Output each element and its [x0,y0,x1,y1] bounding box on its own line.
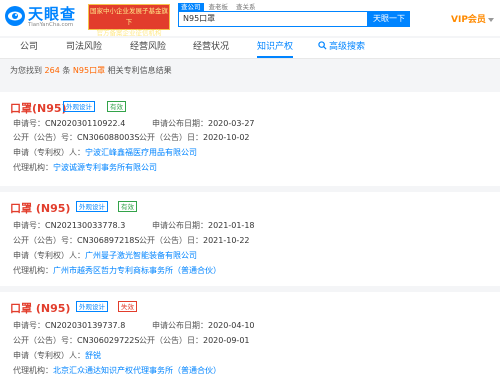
app-no-label: 申请号： [13,119,45,128]
applicant-label: 申请（专利权）人： [13,148,85,157]
applicant-row: 申请（专利权）人：舒锐 [13,350,101,361]
patent-type-badge: 外观设计 [76,301,108,312]
pub-date-label: 申请公布日期： [152,321,208,330]
pub-no-row: 公开（公告）号：CN306088003S [13,132,139,143]
certification-banner[interactable]: 国家中小企业发展子基金旗下 官方备案企业征信机构 [88,4,170,37]
summary-unit: 条 [62,66,71,75]
agency-label: 代理机构： [13,366,53,375]
chevron-down-icon [487,17,494,22]
grant-date-value: 2021-10-22 [203,236,250,245]
search-input[interactable]: N95口罩 [178,11,368,27]
patent-status-badge: 有效 [118,201,137,212]
patent-result-card: 口罩 (N95) 外观设计 失效 申请号：CN202030139737.8 申请… [0,292,500,378]
tab-business-status[interactable]: 经营状况 [193,38,229,58]
tab-company[interactable]: 公司 [20,38,38,58]
pub-no-label: 公开（公告）号： [13,336,77,345]
pub-no-value: CN306029722S [77,336,140,345]
app-no-value: CN202030110922.4 [45,119,126,128]
agency-row: 代理机构：宁波诚源专利事务所有限公司 [13,162,157,173]
grant-date-row: 公开（公告）日：2020-09-01 [139,335,250,346]
app-no-label: 申请号： [13,321,45,330]
patent-title-link[interactable]: 口罩(N95) [10,100,67,116]
applicant-link[interactable]: 宁波汇峰鑫福医疗用品有限公司 [85,148,197,157]
search-icon [318,41,327,50]
site-logo[interactable]: 天眼查 TianYanCha.com [4,2,88,32]
agency-link[interactable]: 宁波诚源专利事务所有限公司 [53,163,157,172]
applicant-link[interactable]: 广州曼子激光智能装备有限公司 [85,251,197,260]
top-header: 天眼查 TianYanCha.com 国家中小企业发展子基金旗下 官方备案企业征… [0,0,500,37]
grant-date-value: 2020-09-01 [203,336,250,345]
eye-logo-icon [5,6,25,26]
app-no-row: 申请号：CN202130033778.3 [13,220,125,231]
pub-no-label: 公开（公告）号： [13,133,77,142]
vip-member-menu[interactable]: VIP会员 [451,12,494,25]
applicant-label: 申请（专利权）人： [13,351,85,360]
patent-status-badge: 有效 [107,101,126,112]
result-count: 264 [44,66,60,75]
tab-intellectual-property[interactable]: 知识产权 [257,38,294,58]
agency-link[interactable]: 北京汇众通达知识产权代理事务所（普通合伙） [53,366,221,375]
pub-date-row: 申请公布日期：2020-04-10 [152,320,255,331]
patent-result-card: 口罩 (N95) 外观设计 有效 申请号：CN202130033778.3 申请… [0,192,500,286]
patent-result-card: 口罩(N95) 外观设计 有效 申请号：CN202030110922.4 申请公… [0,92,500,186]
pub-date-row: 申请公布日期：2021-01-18 [152,220,255,231]
banner-line-1: 国家中小企业发展子基金旗下 [90,7,168,26]
grant-date-row: 公开（公告）日：2020-10-02 [139,132,250,143]
pub-date-value: 2021-01-18 [208,221,255,230]
app-no-row: 申请号：CN202030110922.4 [13,118,125,129]
vip-label: VIP会员 [451,15,486,25]
pub-no-value: CN306088003S [77,133,140,142]
pub-no-row: 公开（公告）号：CN306897218S [13,235,139,246]
app-no-row: 申请号：CN202030139737.8 [13,320,125,331]
agency-label: 代理机构： [13,163,53,172]
result-summary: 为您找到 264 条 N95口罩 相关专利信息结果 [10,65,172,76]
agency-row: 代理机构：北京汇众通达知识产权代理事务所（普通合伙） [13,365,221,376]
pub-no-value: CN306897218S [77,236,140,245]
agency-label: 代理机构： [13,266,53,275]
logo-text: 天眼查 [28,5,77,23]
applicant-link[interactable]: 舒锐 [85,351,101,360]
patent-type-badge: 外观设计 [76,201,108,212]
grant-date-label: 公开（公告）日： [139,133,203,142]
applicant-row: 申请（专利权）人：宁波汇峰鑫福医疗用品有限公司 [13,147,197,158]
grant-date-label: 公开（公告）日： [139,236,203,245]
search-type-tabs: 查公司 查老板 查关系 [178,1,261,12]
app-no-value: CN202130033778.3 [45,221,126,230]
patent-title-link[interactable]: 口罩 (N95) [10,300,70,316]
logo-url: TianYanCha.com [28,22,74,28]
pub-date-label: 申请公布日期： [152,119,208,128]
advanced-search-link[interactable]: 高级搜索 [318,38,365,58]
grant-date-value: 2020-10-02 [203,133,250,142]
pub-date-label: 申请公布日期： [152,221,208,230]
search-button[interactable]: 天眼一下 [368,11,410,27]
patent-status-badge: 失效 [118,301,137,312]
pub-no-row: 公开（公告）号：CN306029722S [13,335,139,346]
applicant-label: 申请（专利权）人： [13,251,85,260]
tab-judicial-risk[interactable]: 司法风险 [66,38,102,58]
pub-date-value: 2020-04-10 [208,321,255,330]
agency-row: 代理机构：广州市越秀区哲力专利商标事务所（普通合伙） [13,265,221,276]
pub-date-value: 2020-03-27 [208,119,255,128]
agency-link[interactable]: 广州市越秀区哲力专利商标事务所（普通合伙） [53,266,221,275]
app-no-value: CN202030139737.8 [45,321,126,330]
applicant-row: 申请（专利权）人：广州曼子激光智能装备有限公司 [13,250,197,261]
pub-date-row: 申请公布日期：2020-03-27 [152,118,255,129]
advanced-search-label: 高级搜索 [329,42,366,52]
summary-suffix: 相关专利信息结果 [107,66,172,75]
summary-prefix: 为您找到 [10,66,42,75]
patent-title-link[interactable]: 口罩 (N95) [10,200,70,216]
category-nav: 公司 司法风险 经营风险 经营状况 知识产权 高级搜索 [0,38,500,59]
pub-no-label: 公开（公告）号： [13,236,77,245]
summary-keyword: N95口罩 [72,66,106,75]
tab-business-risk[interactable]: 经营风险 [130,38,166,58]
app-no-label: 申请号： [13,221,45,230]
grant-date-label: 公开（公告）日： [139,336,203,345]
grant-date-row: 公开（公告）日：2021-10-22 [139,235,250,246]
patent-type-badge: 外观设计 [63,101,95,112]
